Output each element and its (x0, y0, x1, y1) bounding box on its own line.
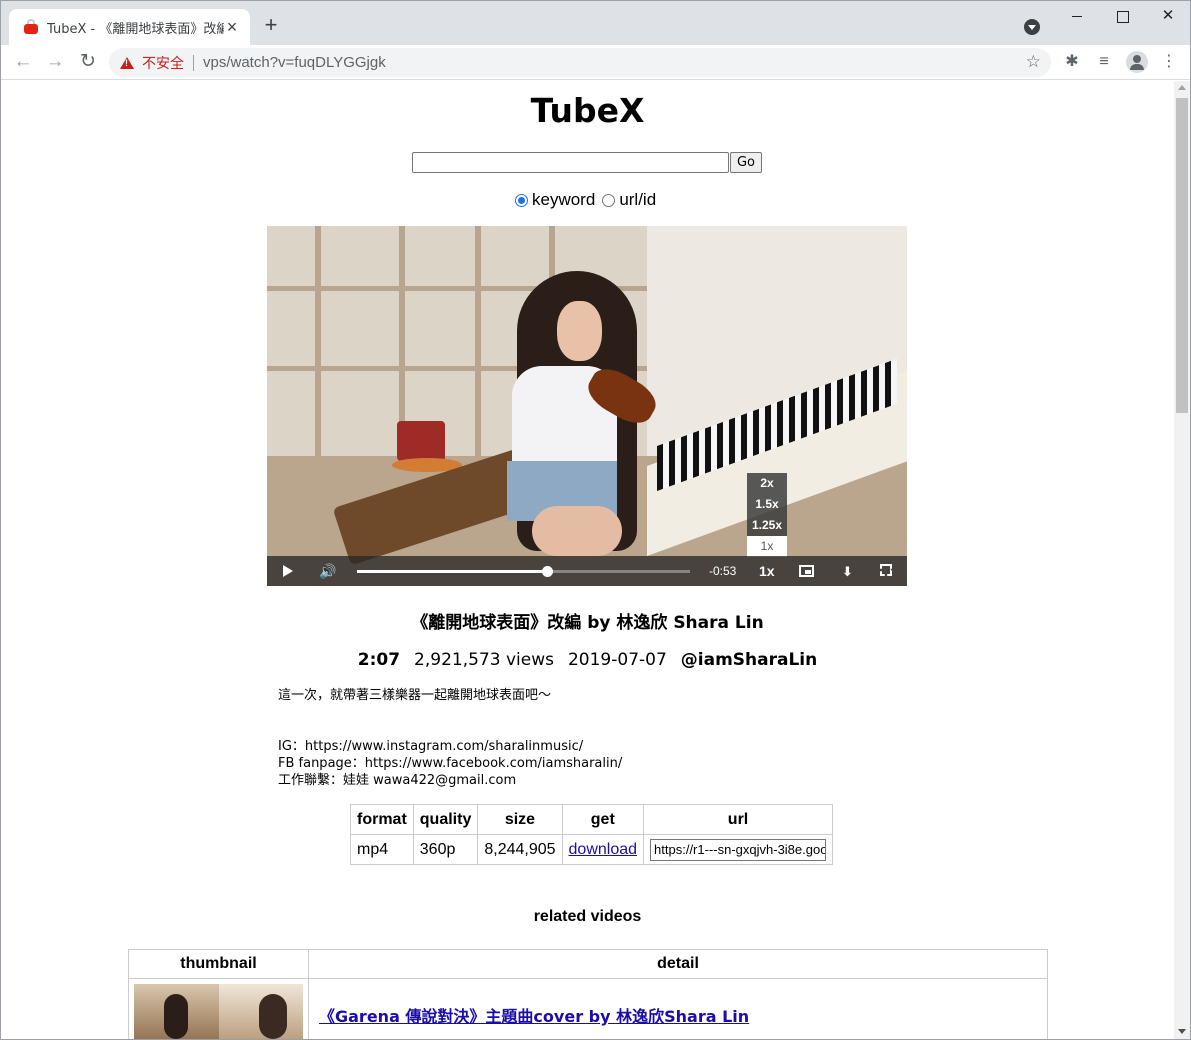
video-meta: 2:07 2,921,573 views 2019-07-07 @iamSharaLi… (1, 650, 1174, 670)
keyword-radio-label[interactable]: keyword (532, 190, 595, 210)
site-title: TubeX (530, 91, 645, 130)
format-cell: mp4 (350, 834, 414, 865)
tab-title: TubeX - 《離開地球表面》改編 by 林逸欣 Shara Lin (47, 21, 224, 37)
video-description: 這一次，就帶著三樣樂器一起離開地球表面吧～ IG：https://www.ins… (278, 688, 623, 788)
scroll-up-arrow-icon[interactable] (1178, 85, 1186, 90)
new-tab-icon[interactable]: + (259, 14, 283, 36)
search-mode-radios: keyword url/id (515, 190, 663, 210)
address-divider (193, 54, 194, 71)
picture-in-picture-icon[interactable] (799, 565, 814, 577)
player-controls: 🔊 -0:53 1x ⬇ (267, 556, 907, 586)
browser-toolbar: ← → ↻ 不安全 vps/watch?v=fuqDLYGGjgk ☆ ✱ ≡ … (1, 45, 1190, 80)
youtube-favicon-icon (23, 19, 39, 35)
more-menu-icon[interactable]: ⋮ (1159, 52, 1179, 72)
column-header: size (477, 804, 563, 835)
url-id-radio-label[interactable]: url/id (619, 190, 656, 210)
address-bar[interactable]: 不安全 vps/watch?v=fuqDLYGGjgk ☆ (109, 48, 1051, 77)
browser-window: TubeX - 《離開地球表面》改編 by 林逸欣 Shara Lin × + … (0, 0, 1191, 1040)
get-cell: download (561, 834, 645, 865)
profile-avatar-icon[interactable] (1126, 51, 1148, 73)
scroll-down-arrow-icon[interactable] (1178, 1029, 1186, 1034)
back-arrow-icon[interactable]: ← (12, 51, 34, 73)
video-author: @iamSharaLin (680, 650, 818, 670)
progress-bar[interactable] (357, 566, 690, 577)
download-link[interactable]: download (569, 841, 638, 858)
quality-cell: 360p (412, 834, 479, 865)
video-thumbnail[interactable] (134, 984, 303, 1039)
close-tab-icon[interactable]: × (224, 18, 240, 36)
tab-search-icon[interactable] (1024, 19, 1040, 35)
security-label[interactable]: 不安全 (142, 53, 184, 73)
tab-strip: TubeX - 《離開地球表面》改編 by 林逸欣 Shara Lin × + … (1, 1, 1190, 45)
url-text[interactable]: vps/watch?v=fuqDLYGGjgk (203, 54, 386, 71)
media-control-icon[interactable]: ≡ (1094, 52, 1114, 72)
table-row: 《Garena 傳說對決》主題曲cover by 林逸欣Shara Lin (128, 978, 1048, 1039)
vertical-scrollbar[interactable] (1174, 81, 1190, 1039)
progress-fill (357, 570, 547, 573)
related-video-link[interactable]: 《Garena 傳說對決》主題曲cover by 林逸欣Shara Lin (319, 1003, 1037, 1027)
rate-option[interactable]: 2x (747, 473, 787, 494)
browser-tab[interactable]: TubeX - 《離開地球表面》改編 by 林逸欣 Shara Lin × (9, 9, 250, 45)
related-videos-heading: related videos (533, 908, 642, 925)
volume-icon[interactable]: 🔊 (319, 563, 336, 579)
rate-option[interactable]: 1.25x (747, 515, 787, 536)
video-duration: 2:07 (357, 650, 401, 670)
scrollbar-thumb[interactable] (1176, 98, 1188, 413)
url-field[interactable]: https://r1---sn-gxqjvh-3i8e.googlevideo.… (650, 838, 827, 861)
forward-arrow-icon[interactable]: → (44, 51, 66, 73)
reload-icon[interactable]: ↻ (77, 51, 99, 73)
video-views: 2,921,573 views (414, 650, 554, 670)
table-header-row: format quality size get url (350, 804, 834, 835)
detail-cell: 《Garena 傳說對決》主題曲cover by 林逸欣Shara Lin (308, 978, 1048, 1039)
time-remaining: -0:53 (709, 564, 737, 578)
progress-handle[interactable] (541, 566, 553, 577)
download-icon[interactable]: ⬇ (842, 564, 853, 580)
column-header: detail (308, 949, 1048, 979)
column-header: url (643, 804, 834, 835)
video-title: 《離開地球表面》改編 by 林逸欣 Shara Lin (411, 613, 764, 633)
fullscreen-icon[interactable] (880, 564, 892, 576)
rate-option[interactable]: 1.5x (747, 494, 787, 515)
page-content: TubeX Go keyword url/id 2x 1.5x 1.25x 1x… (1, 81, 1174, 1039)
table-header-row: thumbnail detail (128, 949, 1048, 979)
play-icon[interactable] (283, 565, 293, 577)
column-header: format (350, 804, 414, 835)
playback-rate-button[interactable]: 1x (759, 563, 775, 579)
close-window-icon[interactable]: ✕ (1158, 7, 1178, 25)
playback-rate-menu: 2x 1.5x 1.25x 1x (747, 473, 787, 557)
column-header: get (561, 804, 645, 835)
column-header: quality (412, 804, 479, 835)
maximize-window-icon[interactable] (1112, 7, 1132, 25)
formats-table: format quality size get url mp4 360p 8,2… (350, 804, 834, 865)
rate-option-selected[interactable]: 1x (747, 536, 787, 557)
search-input[interactable] (412, 152, 729, 173)
go-button[interactable]: Go (730, 152, 762, 173)
minimize-window-icon[interactable] (1067, 7, 1087, 25)
video-date: 2019-07-07 (567, 650, 667, 670)
video-player[interactable]: 2x 1.5x 1.25x 1x 🔊 -0:53 1x ⬇ (267, 226, 907, 586)
related-videos-table: thumbnail detail 《Garena 傳說對決》主題曲cover b… (128, 949, 1048, 1039)
thumbnail-cell (128, 978, 309, 1039)
table-row: mp4 360p 8,244,905 download https://r1--… (350, 834, 834, 865)
bookmark-star-icon[interactable]: ☆ (1026, 51, 1041, 73)
size-cell: 8,244,905 (477, 834, 563, 865)
not-secure-warning-icon[interactable] (120, 56, 134, 69)
url-id-radio[interactable] (602, 193, 616, 207)
url-cell: https://r1---sn-gxqjvh-3i8e.googlevideo.… (643, 834, 834, 865)
column-header: thumbnail (128, 949, 309, 979)
keyword-radio[interactable] (515, 193, 528, 207)
extensions-puzzle-icon[interactable]: ✱ (1062, 52, 1082, 72)
